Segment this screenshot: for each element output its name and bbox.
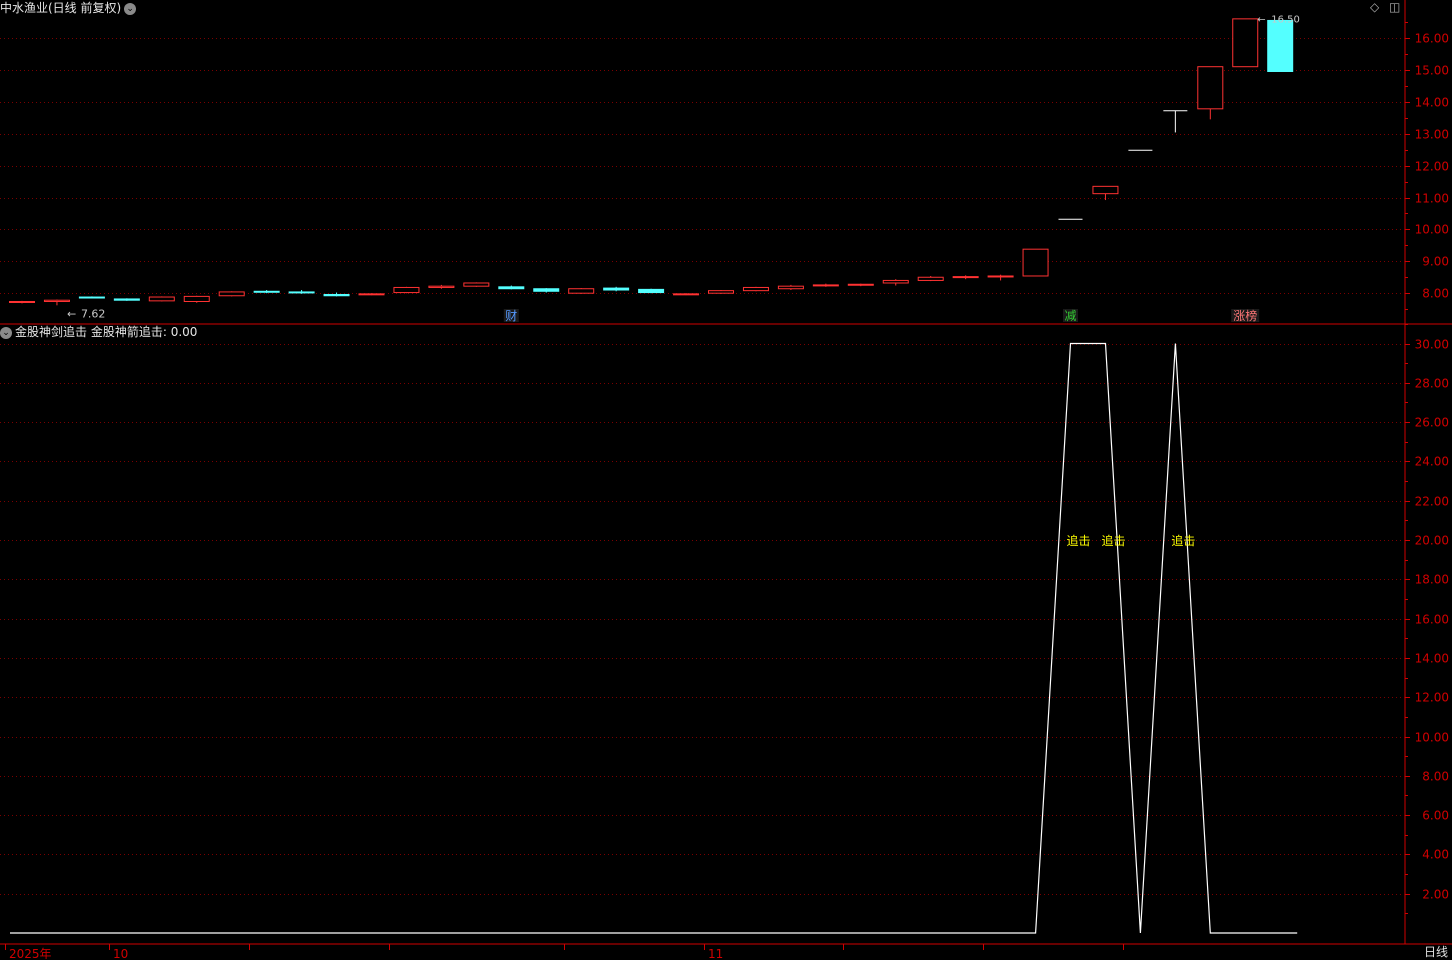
price-tick-label: 12.00 <box>1415 160 1449 174</box>
candle-body-up <box>742 286 769 292</box>
candle-body-up <box>393 286 420 294</box>
candle-body-up <box>568 288 595 294</box>
indicator-tick-label: 24.00 <box>1415 455 1449 469</box>
candle-body-up <box>428 285 455 288</box>
indicator-tick-label: 14.00 <box>1415 652 1449 666</box>
high-price-arrow: ← <box>1257 14 1265 25</box>
event-mark-label[interactable]: 财 <box>505 309 517 323</box>
price-tick-label: 15.00 <box>1415 64 1449 78</box>
indicator-series-label: 金股神箭追击: <box>90 325 167 339</box>
candle-body-up <box>1092 185 1119 195</box>
price-tick-label: 11.00 <box>1415 192 1449 206</box>
candle-body-up <box>1197 66 1224 110</box>
candle-body-down <box>78 296 105 299</box>
indicator-tick-label: 18.00 <box>1415 573 1449 587</box>
indicator-tick-label: 20.00 <box>1415 534 1449 548</box>
time-axis-label: 2025年 <box>9 947 52 959</box>
candle-body-up <box>708 290 734 294</box>
chevron-down-icon[interactable]: ⌄ <box>124 2 137 15</box>
indicator-tick-label: 28.00 <box>1415 377 1449 391</box>
price-tick-label: 13.00 <box>1415 128 1449 142</box>
candle-body-up <box>917 276 944 281</box>
indicator-tick-label: 4.00 <box>1422 848 1449 862</box>
signal-label: 追击 <box>1171 533 1195 548</box>
indicator-tick-label: 16.00 <box>1415 613 1449 627</box>
indicator-name: 金股神剑追击 <box>15 325 88 339</box>
candle-body-up <box>183 295 210 302</box>
event-mark-label[interactable]: 减 <box>1064 309 1076 323</box>
candle-body-down <box>323 293 350 297</box>
chart-title: 中水渔业(日线 前复权) ⌄ <box>0 1 137 15</box>
price-tick-label: 10.00 <box>1415 223 1449 237</box>
indicator-series-line <box>10 342 1298 934</box>
indicator-tick-label: 30.00 <box>1415 338 1449 352</box>
low-price-arrow: ← <box>67 307 76 320</box>
candle-body-down <box>113 298 140 301</box>
candle-body-up <box>812 284 839 287</box>
indicator-tick-label: 22.00 <box>1415 495 1449 509</box>
period-label[interactable]: 日线 <box>1424 943 1448 960</box>
candle-body-up <box>847 283 874 286</box>
candle-body-up <box>148 296 175 302</box>
indicator-tick-label: 12.00 <box>1415 691 1449 705</box>
panel-icon[interactable]: ◫ <box>1389 0 1400 14</box>
low-price-annotation: 7.62 <box>81 307 106 320</box>
indicator-series-value: 0.00 <box>170 325 198 339</box>
candle-body-up <box>43 299 70 302</box>
time-axis-label: 10 <box>113 947 128 959</box>
candle-body-up <box>673 293 700 296</box>
price-tick-label: 8.00 <box>1422 287 1449 301</box>
price-tick-label: 14.00 <box>1415 96 1449 110</box>
candle-body-up <box>882 279 909 284</box>
indicator-header: ⌄ 金股神剑追击 金股神箭追击: 0.00 <box>0 325 197 339</box>
candle-body-up <box>952 276 979 279</box>
indicator-tick-label: 6.00 <box>1422 809 1449 823</box>
candle-body-up <box>1022 248 1049 277</box>
high-price-annotation: 16.50 <box>1271 14 1300 25</box>
candle-body-up <box>1232 18 1259 68</box>
price-tick-label: 16.00 <box>1415 32 1449 46</box>
candle-body-up <box>987 275 1014 278</box>
candle-body-down <box>288 291 315 294</box>
candle-body-up <box>777 285 804 290</box>
indicator-tick-label: 10.00 <box>1415 731 1449 745</box>
chart-canvas[interactable]: 16.00 15.00 14.00 13.00 12.00 11.00 10.00 9.00 8… <box>0 0 1452 959</box>
indicator-tick-label: 26.00 <box>1415 416 1449 430</box>
candle-body-down <box>638 288 665 294</box>
price-tick-label: 9.00 <box>1422 255 1449 269</box>
diamond-icon[interactable]: ◇ <box>1370 0 1379 14</box>
stock-title-label: 中水渔业(日线 前复权) <box>0 1 122 15</box>
candle-body-up <box>463 282 490 287</box>
signal-label: 追击 <box>1066 533 1090 548</box>
candle-body-up <box>358 293 385 296</box>
signal-label: 追击 <box>1101 533 1125 548</box>
event-mark-label[interactable]: 涨榜 <box>1233 308 1257 323</box>
candle-body-down <box>253 290 280 293</box>
time-axis-label: 11 <box>708 947 723 959</box>
candle-body-up <box>218 291 245 297</box>
indicator-tick-label: 2.00 <box>1422 888 1449 902</box>
chevron-down-icon[interactable]: ⌄ <box>0 326 12 339</box>
candle-body-up <box>9 300 35 303</box>
candle-body-down <box>603 287 630 291</box>
candle-body-down <box>1267 19 1294 72</box>
candle-body-down <box>533 288 560 292</box>
indicator-tick-label: 8.00 <box>1422 770 1449 784</box>
candle-body-down <box>498 286 525 290</box>
